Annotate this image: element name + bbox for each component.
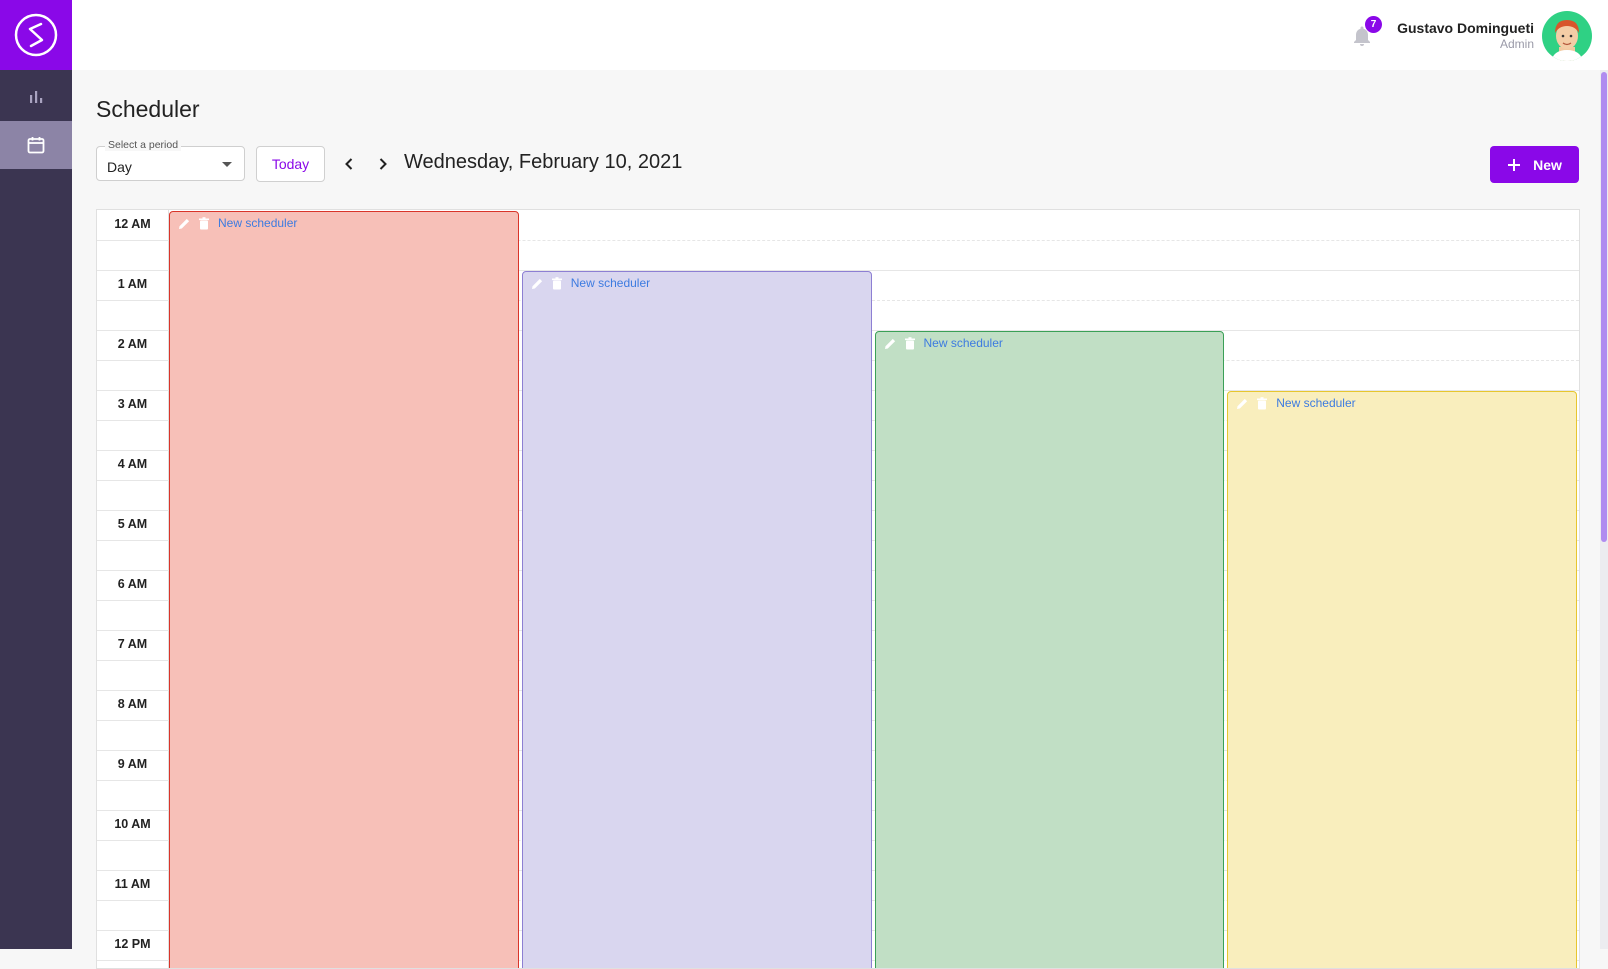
time-slot-divider: [97, 720, 168, 721]
time-label: 6 AM: [117, 577, 148, 591]
event-header: New scheduler: [884, 336, 1003, 350]
time-label: 12 AM: [114, 217, 151, 231]
avatar-icon: [1551, 20, 1583, 61]
sidebar-item-dashboard[interactable]: [0, 73, 72, 121]
time-label: 7 AM: [117, 637, 148, 651]
page-title: Scheduler: [96, 96, 200, 122]
scrollbar-thumb[interactable]: [1601, 72, 1607, 542]
time-slot-divider: [97, 660, 168, 661]
time-slot-divider: [97, 540, 168, 541]
time-label: 1 AM: [117, 277, 148, 291]
edit-icon[interactable]: [178, 217, 191, 230]
period-select-label: Select a period: [105, 139, 182, 151]
event-title[interactable]: New scheduler: [218, 216, 297, 230]
user-name: Gustavo Domingueti: [1397, 20, 1534, 36]
time-slot-divider: [97, 450, 168, 451]
app-logo[interactable]: [0, 0, 72, 70]
day-calendar[interactable]: 12 AM 1 AM 2 AM 3 AM 4 AM 5 AM 6 AM 7 AM 8 AM 9 A…: [96, 209, 1580, 969]
time-slot-divider: [97, 300, 168, 301]
dropdown-arrow-icon: [222, 162, 232, 167]
user-role: Admin: [1499, 37, 1534, 51]
time-slot-divider: [97, 870, 168, 871]
time-label: 9 AM: [117, 757, 148, 771]
time-slot-divider: [97, 930, 168, 931]
event-title[interactable]: New scheduler: [571, 276, 650, 290]
current-date-title: Wednesday, February 10, 2021: [404, 151, 683, 173]
time-slot-divider: [97, 330, 168, 331]
time-slot-divider: [97, 240, 168, 241]
next-button[interactable]: [372, 153, 394, 175]
new-button-label: New: [1533, 156, 1562, 173]
time-slot-divider: [97, 600, 168, 601]
edit-icon[interactable]: [1236, 397, 1249, 410]
time-slot-divider: [97, 570, 168, 571]
time-slot-divider: [97, 840, 168, 841]
notification-badge: 7: [1365, 16, 1382, 33]
bar-chart-icon: [30, 91, 43, 103]
event-header: New scheduler: [178, 216, 297, 230]
period-select-value: Day: [107, 159, 132, 175]
time-slot-divider: [97, 270, 168, 271]
time-slot-divider: [97, 420, 168, 421]
time-slot-divider: [97, 750, 168, 751]
time-label: 3 AM: [117, 397, 148, 411]
delete-icon[interactable]: [551, 276, 564, 290]
time-slot-divider: [97, 810, 168, 811]
time-label: 8 AM: [117, 697, 148, 711]
delete-icon[interactable]: [1256, 396, 1269, 410]
chevron-left-icon: [345, 158, 353, 170]
sidebar-item-scheduler[interactable]: [0, 121, 72, 169]
time-label: 11 AM: [114, 877, 151, 891]
edit-icon[interactable]: [884, 337, 897, 350]
time-slot-divider: [97, 780, 168, 781]
top-bar: [72, 0, 1608, 70]
time-slot-divider: [97, 630, 168, 631]
time-label: 2 AM: [117, 337, 148, 351]
time-label: 10 AM: [114, 817, 151, 831]
time-slot-divider: [97, 900, 168, 901]
time-slot-divider: [97, 360, 168, 361]
time-label: 4 AM: [117, 457, 148, 471]
calendar-event[interactable]: New scheduler: [169, 211, 519, 968]
edit-icon[interactable]: [531, 277, 544, 290]
sidebar: [0, 0, 72, 949]
chevron-right-icon: [379, 158, 387, 170]
logo-icon: [14, 13, 58, 57]
event-header: New scheduler: [1236, 396, 1356, 410]
calendar-event[interactable]: New scheduler: [521, 271, 872, 968]
delete-icon[interactable]: [904, 336, 917, 350]
event-title[interactable]: New scheduler: [1276, 396, 1355, 410]
avatar[interactable]: [1542, 11, 1592, 61]
new-button[interactable]: New: [1490, 146, 1579, 183]
period-select[interactable]: Select a period Day: [96, 139, 245, 181]
today-button[interactable]: Today: [256, 146, 325, 182]
delete-icon[interactable]: [198, 216, 211, 230]
event-header: New scheduler: [531, 276, 650, 290]
calendar-event[interactable]: New scheduler: [874, 331, 1225, 968]
plus-icon: [1508, 158, 1521, 171]
event-title[interactable]: New scheduler: [924, 336, 1003, 350]
calendar-event[interactable]: New scheduler: [1227, 391, 1577, 968]
calendar-icon: [27, 137, 45, 154]
scrollbar[interactable]: [1600, 70, 1608, 949]
time-slot-divider: [97, 690, 168, 691]
time-slot-divider: [97, 960, 168, 961]
time-label: 5 AM: [117, 517, 148, 531]
time-slot-divider: [97, 480, 168, 481]
time-slot-divider: [97, 510, 168, 511]
previous-button[interactable]: [338, 153, 360, 175]
time-slot-divider: [97, 390, 168, 391]
